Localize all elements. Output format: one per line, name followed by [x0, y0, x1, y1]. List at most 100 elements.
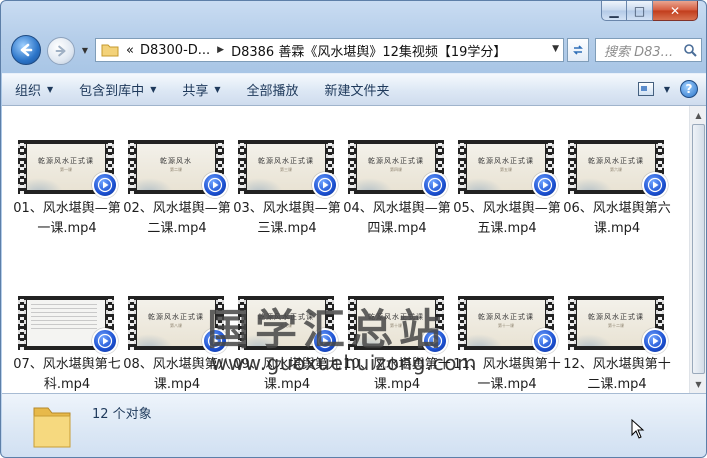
film-sprocket — [458, 140, 466, 194]
film-sprocket — [128, 140, 136, 194]
media-player-icon — [532, 172, 558, 198]
slide-title: 乾源风水正式课 — [368, 157, 424, 165]
file-name: 05、风水堪舆—第五课.mp4 — [453, 201, 561, 236]
organize-label: 组织 — [15, 84, 42, 99]
explorer-window: ▁ □ ✕ ▼ « D8300-D... ▶ D8386 善霖《风水堪舆》12集… — [0, 0, 707, 458]
landscape-decoration — [27, 178, 63, 190]
folder-icon — [33, 407, 71, 448]
arrow-right-icon — [55, 45, 66, 57]
search-input[interactable]: 搜索 D83... — [595, 38, 702, 62]
chevron-right-icon[interactable]: ▶ — [213, 45, 228, 55]
file-item[interactable]: 乾源风水正式课 第四课 04、风水堪舆—第四课.mp4 — [342, 138, 452, 258]
landscape-decoration — [467, 334, 503, 346]
scroll-down-icon[interactable]: ▼ — [692, 377, 705, 391]
slide-subtitle: 第十课 — [390, 323, 402, 328]
scrollbar-thumb[interactable] — [692, 124, 705, 374]
file-name: 07、风水堪舆第七科.mp4 — [13, 357, 121, 392]
file-name: 04、风水堪舆—第四课.mp4 — [343, 201, 451, 236]
file-name: 09、风水堪舆第九课.mp4 — [233, 357, 341, 392]
address-bar[interactable]: « D8300-D... ▶ D8386 善霖《风水堪舆》12集视频【19学分】… — [95, 38, 564, 62]
film-sprocket — [18, 296, 26, 350]
file-name: 08、风水堪舆第八课.mp4 — [123, 357, 231, 392]
slide-subtitle: 第六课 — [610, 167, 622, 172]
media-player-icon — [422, 172, 448, 198]
file-item[interactable]: 乾源风水正式课 第一课 01、风水堪舆—第一课.mp4 — [12, 138, 122, 258]
landscape-decoration — [357, 334, 393, 346]
slide-subtitle: 第九课 — [280, 323, 292, 328]
landscape-decoration — [577, 178, 613, 190]
file-item[interactable]: 乾源风水 第二课 02、风水堪舆—第二课.mp4 — [122, 138, 232, 258]
chevron-down-icon: ▼ — [150, 85, 157, 94]
address-segment-current[interactable]: D8386 善霖《风水堪舆》12集视频【19学分】 — [228, 41, 509, 60]
slide-title: 乾源风水正式课 — [148, 313, 204, 321]
film-sprocket — [348, 140, 356, 194]
play-all-button[interactable]: 全部播放 — [234, 74, 312, 105]
chevron-down-icon[interactable]: ▼ — [664, 85, 670, 94]
film-sprocket — [568, 140, 576, 194]
file-item[interactable]: 乾源风水正式课 第三课 03、风水堪舆—第三课.mp4 — [232, 138, 342, 258]
landscape-decoration — [137, 334, 173, 346]
media-player-icon — [92, 172, 118, 198]
media-player-icon — [92, 328, 118, 354]
media-player-icon — [532, 328, 558, 354]
organize-menu[interactable]: 组织 ▼ — [2, 74, 66, 105]
slide-subtitle: 第三课 — [280, 167, 292, 172]
file-name: 01、风水堪舆—第一课.mp4 — [13, 201, 121, 236]
slide-title: 乾源风水正式课 — [478, 313, 534, 321]
file-name: 06、风水堪舆第六课.mp4 — [563, 201, 671, 236]
address-overflow[interactable]: « — [123, 43, 137, 58]
slide-text-lines — [31, 304, 97, 332]
slide-subtitle: 第五课 — [500, 167, 512, 172]
chevron-down-icon[interactable]: ▼ — [552, 44, 559, 54]
vertical-scrollbar[interactable]: ▲ ▼ — [689, 106, 706, 393]
slide-subtitle: 第十二课 — [608, 323, 624, 328]
film-sprocket — [128, 296, 136, 350]
slide-title: 乾源风水 — [160, 157, 192, 165]
landscape-decoration — [467, 178, 503, 190]
back-button[interactable] — [11, 35, 41, 65]
new-folder-button[interactable]: 新建文件夹 — [312, 74, 403, 105]
media-player-icon — [202, 172, 228, 198]
media-player-icon — [312, 328, 338, 354]
item-count: 12 个对象 — [92, 407, 152, 422]
maximize-button[interactable]: □ — [627, 1, 653, 21]
mouse-cursor-icon — [631, 419, 645, 439]
navigation-row: ▼ « D8300-D... ▶ D8386 善霖《风水堪舆》12集视频【19学… — [1, 33, 706, 67]
forward-button[interactable] — [47, 37, 75, 65]
search-placeholder: 搜索 D83... — [604, 44, 674, 60]
landscape-decoration — [247, 334, 283, 346]
command-bar: 组织 ▼ 包含到库中 ▼ 共享 ▼ 全部播放 新建文件夹 ▼ ? — [2, 73, 706, 106]
scroll-up-icon[interactable]: ▲ — [692, 108, 705, 122]
slide-subtitle: 第二课 — [170, 167, 182, 172]
search-icon[interactable] — [683, 43, 697, 57]
slide-title: 乾源风水正式课 — [38, 157, 94, 165]
include-in-library-menu[interactable]: 包含到库中 ▼ — [66, 74, 169, 105]
landscape-decoration — [357, 178, 393, 190]
file-item[interactable]: 乾源风水正式课 第五课 05、风水堪舆—第五课.mp4 — [452, 138, 562, 258]
slide-subtitle: 第八课 — [170, 323, 182, 328]
slide-subtitle: 第十一课 — [498, 323, 514, 328]
caption-buttons: ▁ □ ✕ — [601, 1, 698, 23]
include-in-library-label: 包含到库中 — [79, 84, 145, 99]
change-view-icon[interactable] — [637, 82, 654, 96]
slide-title: 乾源风水正式课 — [588, 157, 644, 165]
slide-title: 乾源风水正式课 — [258, 157, 314, 165]
close-button[interactable]: ✕ — [653, 1, 698, 21]
minimize-button[interactable]: ▁ — [601, 1, 627, 21]
slide-title: 乾源风水正式课 — [588, 313, 644, 321]
film-sprocket — [568, 296, 576, 350]
recent-pages-dropdown[interactable]: ▼ — [79, 43, 91, 57]
film-sprocket — [238, 140, 246, 194]
help-icon[interactable]: ? — [680, 80, 698, 98]
address-segment-parent[interactable]: D8300-D... — [137, 43, 213, 58]
film-sprocket — [238, 296, 246, 350]
file-item[interactable]: 乾源风水正式课 第六课 06、风水堪舆第六课.mp4 — [562, 138, 672, 258]
share-menu[interactable]: 共享 ▼ — [169, 74, 233, 105]
folder-icon — [101, 44, 119, 57]
play-all-label: 全部播放 — [246, 84, 299, 99]
refresh-button[interactable] — [567, 38, 589, 62]
file-name: 10、风水堪舆第十课.mp4 — [343, 357, 451, 392]
media-player-icon — [642, 172, 668, 198]
details-pane: 12 个对象 — [2, 393, 706, 457]
landscape-decoration — [577, 334, 613, 346]
